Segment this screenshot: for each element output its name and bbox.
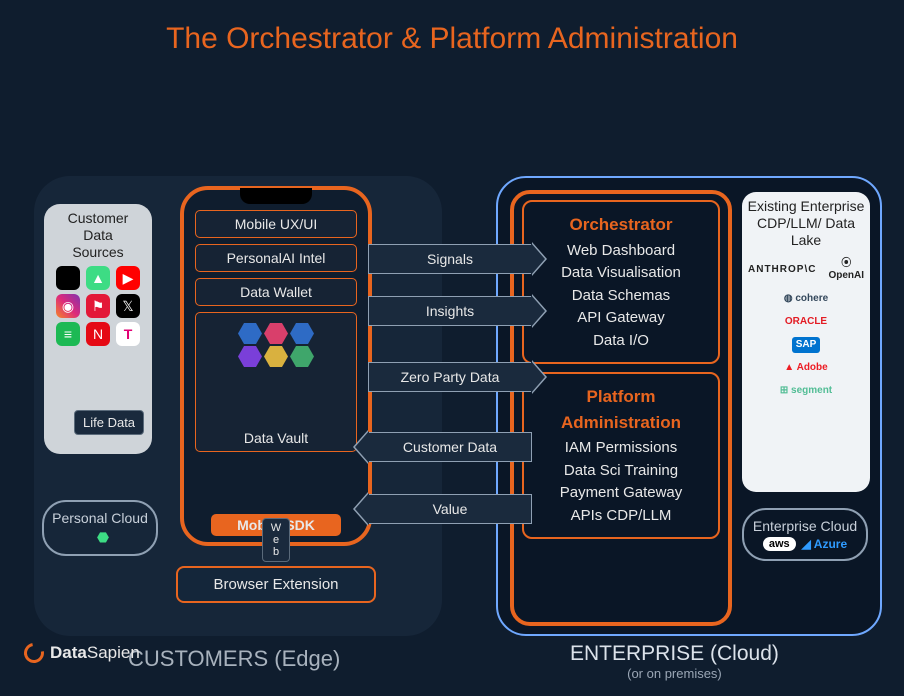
bankofamerica-icon: ⚑ [86, 294, 110, 318]
sap-logo: SAP [792, 337, 821, 353]
enterprise-sublabel: (or on premises) [570, 666, 779, 681]
platform-admin-title: Platform Administration [530, 384, 712, 435]
tmobile-icon: T [116, 322, 140, 346]
flow-value: Value [368, 494, 532, 524]
existing-enterprise-panel: Existing Enterprise CDP/LLM/ Data Lake A… [742, 192, 870, 492]
anthropic-logo: ANTHROP\C [744, 262, 820, 278]
browser-extension-box: Browser Extension [176, 566, 376, 603]
enterprise-label: ENTERPRISE (Cloud) (or on premises) [570, 642, 779, 681]
diagram: CUSTOMERS (Edge) Customer Data Sources ▲… [0, 56, 904, 696]
personal-cloud-label: Personal Cloud [50, 510, 150, 526]
instagram-icon: ◉ [56, 294, 80, 318]
flow-insights: Insights [368, 296, 532, 326]
datasapien-logo: DataSapien [24, 643, 140, 663]
platform-admin-lines: IAM Permissions Data Sci Training Paymen… [530, 437, 712, 527]
phone-frame: Mobile UX/UI PersonalAI Intel Data Walle… [180, 186, 372, 546]
data-sources-title: Customer Data Sources [44, 210, 152, 260]
data-vault-label: Data Vault [200, 430, 352, 446]
customers-label: CUSTOMERS (Edge) [128, 646, 340, 672]
data-wallet-box: Data Wallet [195, 278, 357, 306]
data-vault-box: Data Vault [195, 312, 357, 452]
life-data-arrow-label: Life Data [74, 410, 144, 435]
android-icon: ⬣ [97, 529, 109, 546]
personal-cloud: Personal Cloud ⬣ [42, 500, 158, 556]
platform-admin-box: Platform Administration IAM Permissions … [522, 372, 720, 539]
existing-enterprise-title: Existing Enterprise CDP/LLM/ Data Lake [746, 198, 866, 248]
spotify-icon: ≡ [56, 322, 80, 346]
mobile-ux-box: Mobile UX/UI [195, 210, 357, 238]
x-twitter-icon: 𝕏 [116, 294, 140, 318]
aws-logo: aws [763, 537, 796, 551]
enterprise-cloud-label: Enterprise Cloud [750, 518, 860, 534]
flow-zero-party-data: Zero Party Data [368, 362, 532, 392]
openai-logo: ⦿ OpenAI [824, 256, 868, 284]
personal-ai-box: PersonalAI Intel [195, 244, 357, 272]
cohere-logo: ◍ cohere [780, 291, 832, 307]
enterprise-panel: Orchestrator Web Dashboard Data Visualis… [496, 176, 882, 636]
web-connector-label: W e b [262, 518, 290, 562]
youtube-icon: ▶ [116, 266, 140, 290]
android-icon: ▲ [86, 266, 110, 290]
orchestrator-box: Orchestrator Web Dashboard Data Visualis… [522, 200, 720, 364]
flow-signals: Signals [368, 244, 532, 274]
flow-customer-data: Customer Data [368, 432, 532, 462]
apple-icon [56, 266, 80, 290]
adobe-logo: ▲ Adobe [780, 360, 831, 376]
netflix-icon: N [86, 322, 110, 346]
segment-logo: ⊞ segment [776, 383, 836, 399]
azure-logo: ◢ Azure [802, 537, 847, 551]
orchestrator-lines: Web Dashboard Data Visualisation Data Sc… [530, 240, 712, 353]
slide-title: The Orchestrator & Platform Administrati… [0, 0, 904, 56]
oracle-logo: ORACLE [781, 314, 831, 330]
hex-cluster-icon [231, 323, 321, 367]
orchestrator-title: Orchestrator [530, 212, 712, 238]
enterprise-cloud: Enterprise Cloud aws ◢ Azure [742, 508, 868, 561]
logo-swirl-icon [20, 639, 48, 667]
